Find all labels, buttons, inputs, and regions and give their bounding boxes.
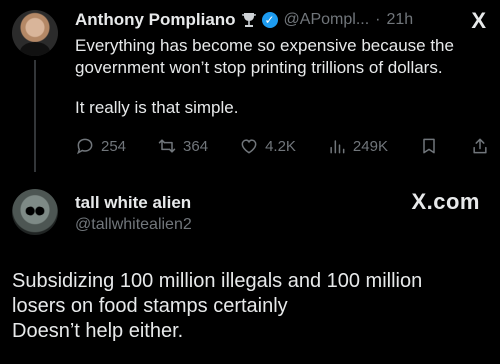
tweet-line: Everything has become so expensive becau…	[75, 36, 454, 55]
original-tweet[interactable]: Anthony Pompliano ✓ @APompl... · 21h X E…	[0, 0, 500, 175]
like-icon	[241, 139, 257, 154]
tweet-line: government won’t stop printing trillions…	[75, 58, 443, 77]
reply-button[interactable]: 254	[75, 136, 126, 156]
reply-count: 254	[101, 137, 127, 155]
x-logo-icon: X	[471, 8, 486, 33]
reply-line: Subsidizing 100 million illegals and 100…	[12, 270, 423, 292]
views-icon	[330, 140, 345, 154]
reply-line: losers on food stamps certainly	[12, 295, 288, 317]
views-count: 249K	[352, 137, 388, 155]
repost-icon	[158, 139, 176, 153]
avatar[interactable]	[12, 10, 58, 56]
tweet-paragraph-2: It really is that simple.	[75, 98, 239, 117]
like-button[interactable]: 4.2K	[239, 136, 296, 156]
like-count: 4.2K	[265, 137, 296, 155]
tweet-time[interactable]: 21h	[386, 11, 413, 29]
author-name[interactable]: Anthony Pompliano	[75, 10, 236, 30]
x-com-watermark: X.com	[411, 189, 480, 214]
action-bar: 254 364 4.2K 249K	[75, 136, 490, 156]
bookmark-icon	[423, 138, 435, 154]
repost-button[interactable]: 364	[157, 136, 208, 156]
author-handle[interactable]: @tallwhitealien2	[75, 216, 192, 234]
thread-connector-line	[34, 60, 36, 172]
author-handle[interactable]: @APompl...	[284, 11, 370, 29]
time-separator: ·	[375, 11, 381, 28]
share-icon	[473, 138, 487, 154]
tweet-text: Everything has become so expensive becau…	[75, 35, 485, 119]
bookmark-button[interactable]	[419, 136, 439, 156]
trophy-icon	[241, 13, 256, 27]
avatar[interactable]	[12, 189, 58, 235]
views-button[interactable]: 249K	[327, 136, 388, 156]
reply-line: Doesn’t help either.	[12, 320, 184, 342]
tweet-header: Anthony Pompliano ✓ @APompl... · 21h	[75, 10, 413, 30]
verified-badge-icon: ✓	[261, 12, 278, 28]
tweet-paragraph-1: Everything has become so expensive becau…	[75, 35, 485, 79]
reply-icon	[77, 138, 93, 155]
reply-tweet[interactable]: tall white alien @tallwhitealien2 X.com …	[0, 175, 500, 364]
repost-count: 364	[183, 137, 209, 155]
author-name[interactable]: tall white alien	[75, 193, 191, 213]
reply-text: Subsidizing 100 million illegals and 100…	[12, 269, 482, 344]
share-button[interactable]	[470, 136, 490, 156]
